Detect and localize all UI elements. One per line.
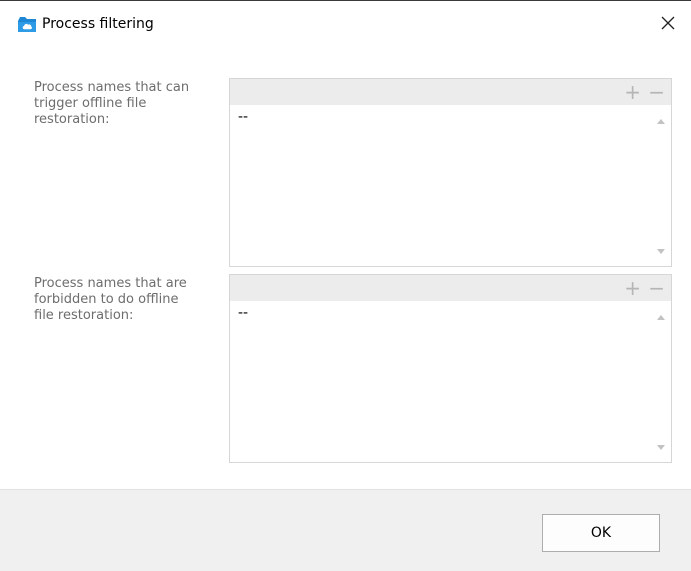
trigger-restoration-label: Process names that can trigger offline f… bbox=[34, 80, 190, 127]
forbidden-process-list[interactable]: + − -- bbox=[229, 274, 672, 463]
list-item[interactable]: -- bbox=[238, 109, 248, 125]
cloud-folder-icon bbox=[18, 17, 36, 32]
dialog-window: Process filtering Process names that can… bbox=[0, 0, 691, 571]
forbidden-restoration-label: Process names that are forbidden to do o… bbox=[34, 276, 187, 323]
minus-icon[interactable]: − bbox=[648, 82, 665, 102]
scroll-up-icon[interactable] bbox=[656, 117, 666, 125]
list-item[interactable]: -- bbox=[238, 305, 248, 321]
close-button[interactable] bbox=[645, 1, 691, 45]
trigger-process-list[interactable]: + − -- bbox=[229, 78, 672, 267]
title-bar[interactable]: Process filtering bbox=[0, 1, 691, 45]
minus-icon[interactable]: − bbox=[648, 278, 665, 298]
scroll-up-icon[interactable] bbox=[656, 313, 666, 321]
scroll-down-icon[interactable] bbox=[656, 444, 666, 452]
close-icon bbox=[661, 16, 675, 30]
window-title: Process filtering bbox=[42, 16, 154, 32]
plus-icon[interactable]: + bbox=[624, 82, 641, 102]
ok-button[interactable]: OK bbox=[542, 514, 660, 552]
forbidden-list-toolbar: + − bbox=[230, 275, 671, 301]
scroll-down-icon[interactable] bbox=[656, 248, 666, 256]
plus-icon[interactable]: + bbox=[624, 278, 641, 298]
trigger-list-toolbar: + − bbox=[230, 79, 671, 105]
